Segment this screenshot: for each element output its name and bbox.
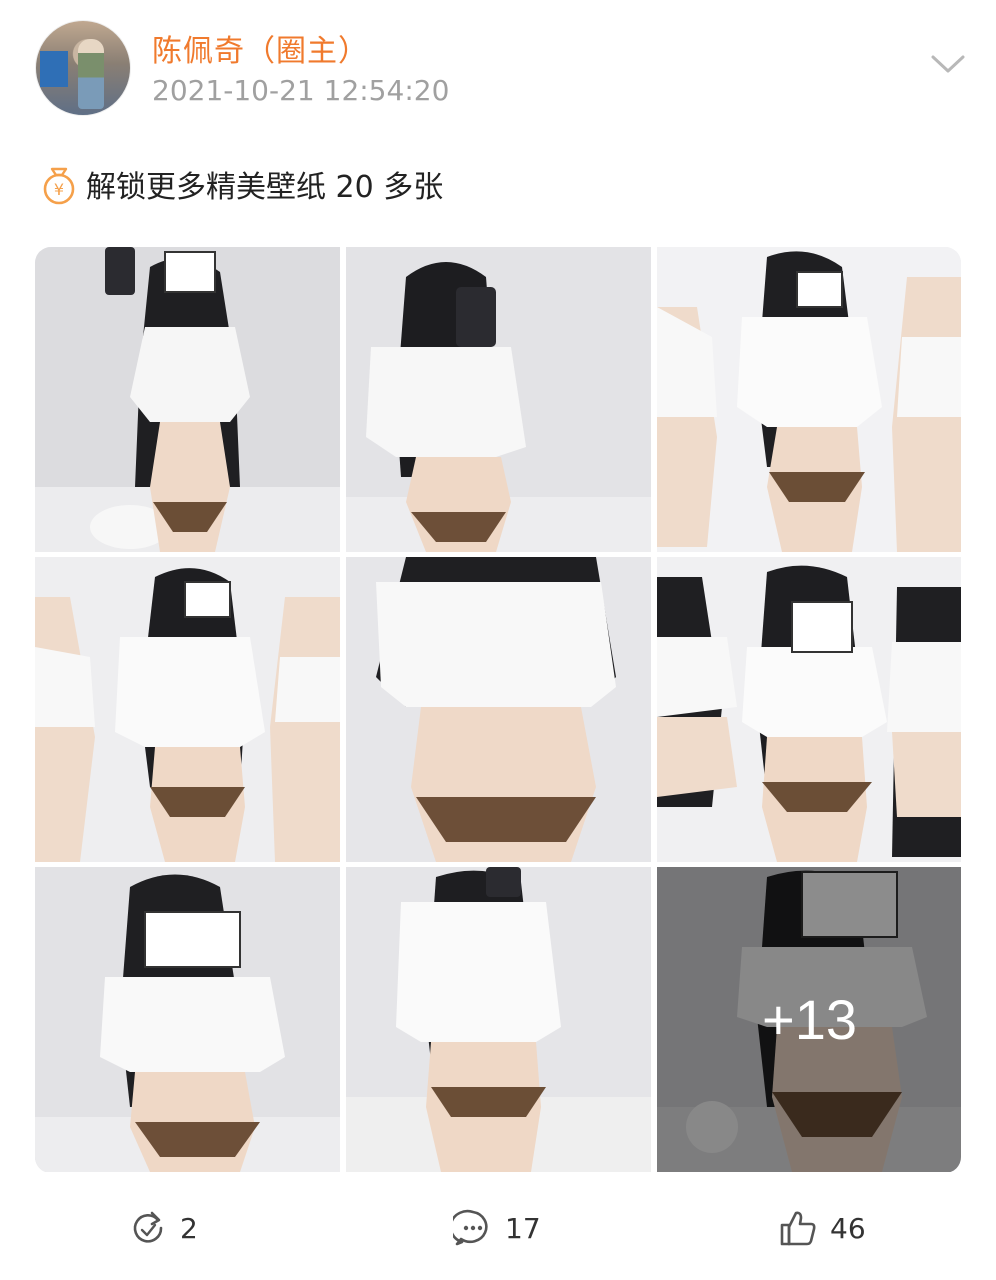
photo-thumbnail[interactable] [657, 247, 961, 552]
photo-thumbnail[interactable] [346, 867, 651, 1172]
more-images-overlay: +13 [657, 867, 961, 1172]
image-grid: +13 [35, 247, 961, 1173]
repost-icon [133, 1211, 163, 1243]
comment-icon [453, 1209, 488, 1246]
photo-thumbnail-more[interactable]: +13 [657, 867, 961, 1172]
post-actions-bar: 2 17 46 [0, 1196, 996, 1260]
photo-thumbnail[interactable] [35, 557, 340, 862]
photo-thumbnail[interactable] [35, 247, 340, 552]
post-text: ¥ 解锁更多精美壁纸 20 多张 [38, 162, 443, 206]
repost-button[interactable]: 2 [128, 1196, 198, 1260]
avatar-figure [78, 39, 104, 109]
avatar-background [40, 51, 68, 87]
repost-count: 2 [180, 1211, 198, 1245]
svg-text:¥: ¥ [54, 180, 64, 199]
post-text-content: 解锁更多精美壁纸 20 多张 [86, 170, 444, 205]
comment-button[interactable]: 17 [453, 1196, 541, 1260]
author-avatar[interactable] [35, 20, 131, 116]
money-bag-icon: ¥ [43, 167, 75, 205]
post-timestamp: 2021-10-21 12:54:20 [152, 74, 450, 107]
photo-thumbnail[interactable] [346, 247, 651, 552]
comment-count: 17 [505, 1211, 541, 1245]
thumbs-up-icon [780, 1211, 816, 1246]
photo-thumbnail[interactable] [657, 557, 961, 862]
like-count: 46 [830, 1211, 866, 1245]
author-name[interactable]: 陈佩奇（圈主） [152, 26, 369, 70]
post-header: 陈佩奇（圈主） 2021-10-21 12:54:20 [0, 0, 996, 130]
chevron-down-icon[interactable] [930, 52, 966, 76]
photo-thumbnail[interactable] [35, 867, 340, 1172]
photo-thumbnail[interactable] [346, 557, 651, 862]
like-button[interactable]: 46 [778, 1196, 866, 1260]
more-images-count: +13 [762, 988, 857, 1051]
